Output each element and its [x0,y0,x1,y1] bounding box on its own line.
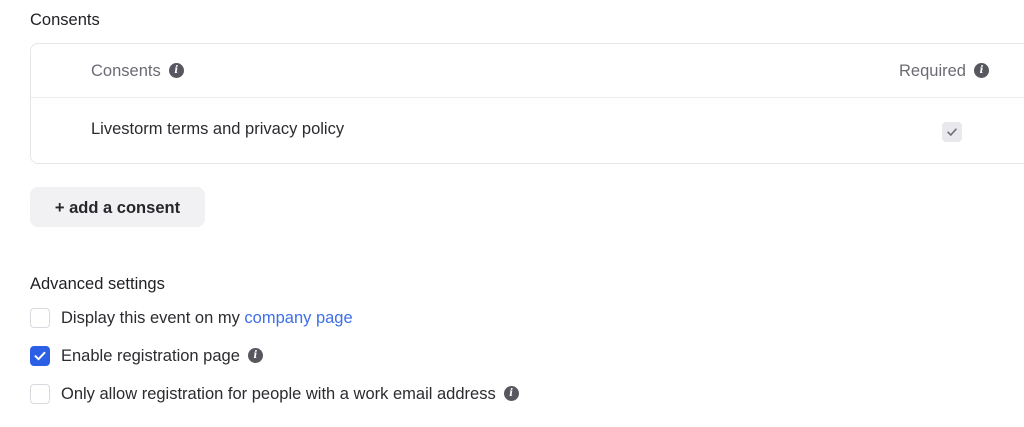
work-email-only-checkbox[interactable] [30,384,50,404]
info-icon[interactable]: i [973,63,989,79]
work-email-only-option: Only allow registration for people with … [30,383,519,405]
consents-column-label: Consents [91,62,161,80]
check-icon [34,351,46,361]
info-icon[interactable]: i [168,63,184,79]
consents-section-title: Consents [30,11,100,29]
info-icon[interactable]: i [247,347,263,363]
display-on-company-page-checkbox[interactable] [30,308,50,328]
info-icon[interactable]: i [503,385,519,401]
consents-table: Consents i Required i Livestorm terms and … [30,43,1024,164]
enable-registration-label: Enable registration page [61,346,240,365]
consent-name: Livestorm terms and privacy policy [91,120,345,138]
required-column-label: Required [899,62,966,80]
work-email-only-label: Only allow registration for people with … [61,384,496,403]
consents-table-header: Consents i Required i [31,44,1024,98]
check-icon [947,128,957,136]
enable-registration-checkbox[interactable] [30,346,50,366]
advanced-settings-title: Advanced settings [30,275,165,293]
required-checkbox[interactable] [942,122,962,142]
display-on-company-page-label: Display this event on my [61,308,240,327]
display-on-company-page-option: Display this event on my company page [30,307,353,329]
table-row: Livestorm terms and privacy policy [31,97,1024,164]
enable-registration-option: Enable registration page i [30,345,263,367]
required-column-header: Required i [899,62,989,81]
add-consent-button[interactable]: + add a consent [30,187,205,227]
consents-column-header: Consents i [91,62,184,81]
company-page-link[interactable]: company page [244,309,352,328]
